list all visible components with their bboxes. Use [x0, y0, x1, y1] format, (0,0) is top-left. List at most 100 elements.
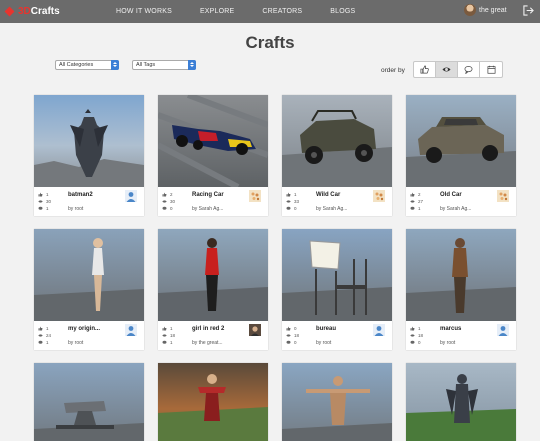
comment-icon	[38, 340, 43, 344]
craft-author[interactable]: by Sarah Ag...	[440, 206, 471, 212]
thumbs-up-icon	[162, 192, 167, 197]
logo-suffix: Crafts	[30, 6, 60, 17]
craft-stats: 1 30 1	[38, 191, 51, 212]
craft-card[interactable]: 1 18 0 marcus by root	[406, 229, 516, 350]
author-avatar[interactable]	[249, 324, 261, 336]
craft-card[interactable]: 1 30 1 batman2 by root	[34, 95, 144, 216]
craft-stats: 1 18 0	[410, 325, 423, 346]
thumbs-up-icon	[286, 192, 291, 197]
craft-card[interactable]: 2 27 1 Old Car by Sarah Ag...	[406, 95, 516, 216]
craft-thumbnail	[282, 363, 392, 441]
category-select[interactable]: All Categories	[55, 60, 119, 70]
thumbs-up-icon	[286, 326, 291, 331]
craft-author[interactable]: by Sarah Ag...	[192, 206, 223, 212]
page-title: Crafts	[245, 33, 295, 52]
eye-icon	[442, 67, 451, 72]
craft-thumbnail	[158, 95, 268, 187]
logo-mark-icon	[6, 7, 15, 16]
craft-title[interactable]: batman2	[68, 192, 93, 198]
nav-creators[interactable]: CREATORS	[262, 8, 302, 15]
comment-icon	[410, 206, 415, 210]
like-count: 1	[294, 192, 297, 197]
craft-card[interactable]: 2 30 0 Racing Car by Sarah Ag...	[158, 95, 268, 216]
craft-thumbnail	[34, 95, 144, 187]
comment-icon	[162, 340, 167, 344]
thumbs-up-icon	[38, 192, 43, 197]
craft-card[interactable]	[34, 363, 144, 441]
nav-links: HOW IT WORKS EXPLORE CREATORS BLOGS	[116, 0, 383, 23]
craft-title[interactable]: my origin...	[68, 326, 100, 332]
craft-stats: 2 27 1	[410, 191, 423, 212]
craft-title[interactable]: bureau	[316, 326, 336, 332]
site-logo[interactable]: 3DCrafts	[6, 4, 60, 19]
like-count: 2	[418, 192, 421, 197]
author-avatar[interactable]	[125, 190, 137, 202]
select-arrows-icon	[188, 60, 196, 70]
order-by-date-button[interactable]	[480, 62, 502, 77]
craft-card[interactable]: 1 33 0 Wild Car by Sarah Ag...	[282, 95, 392, 216]
comment-count: 0	[294, 206, 297, 211]
comment-icon	[410, 340, 415, 344]
craft-card[interactable]: 0 18 0 bureau by root	[282, 229, 392, 350]
author-avatar[interactable]	[125, 324, 137, 336]
order-by-comments-button[interactable]	[458, 62, 480, 77]
thumbs-up-icon	[420, 65, 429, 74]
comment-count: 0	[418, 340, 421, 345]
craft-thumbnail	[158, 229, 268, 321]
logout-icon[interactable]	[523, 5, 534, 16]
view-count: 27	[418, 199, 424, 204]
craft-author[interactable]: by root	[316, 340, 331, 346]
craft-author[interactable]: by Sarah Ag...	[316, 206, 347, 212]
author-avatar[interactable]	[249, 190, 261, 202]
user-menu[interactable]: the great	[464, 4, 507, 16]
craft-card[interactable]	[158, 363, 268, 441]
craft-thumbnail	[34, 229, 144, 321]
eye-icon	[410, 200, 415, 203]
comment-count: 1	[46, 206, 49, 211]
eye-icon	[38, 200, 43, 203]
craft-card[interactable]: 1 18 1 girl in red 2 by the great...	[158, 229, 268, 350]
eye-icon	[162, 334, 167, 337]
craft-card[interactable]: 1 24 1 my origin... by root	[34, 229, 144, 350]
top-navbar: 3DCrafts HOW IT WORKS EXPLORE CREATORS B…	[0, 0, 540, 23]
author-avatar[interactable]	[497, 190, 509, 202]
craft-author[interactable]: by root	[68, 340, 83, 346]
view-count: 30	[170, 199, 176, 204]
eye-icon	[162, 200, 167, 203]
comment-count: 0	[294, 340, 297, 345]
nav-blogs[interactable]: BLOGS	[330, 8, 355, 15]
craft-title[interactable]: Wild Car	[316, 192, 340, 198]
tags-select[interactable]: All Tags	[132, 60, 196, 70]
author-avatar[interactable]	[373, 190, 385, 202]
craft-title[interactable]: girl in red 2	[192, 326, 224, 332]
nav-how-it-works[interactable]: HOW IT WORKS	[116, 8, 172, 15]
thumbs-up-icon	[410, 326, 415, 331]
comment-icon	[464, 65, 473, 74]
eye-icon	[286, 334, 291, 337]
craft-thumbnail	[34, 363, 144, 441]
order-by-likes-button[interactable]	[414, 62, 436, 77]
like-count: 0	[294, 326, 297, 331]
author-avatar[interactable]	[373, 324, 385, 336]
craft-card[interactable]	[406, 363, 516, 441]
craft-author[interactable]: by root	[68, 206, 83, 212]
author-avatar[interactable]	[497, 324, 509, 336]
craft-title[interactable]: Old Car	[440, 192, 462, 198]
logo-prefix: 3D	[18, 6, 31, 17]
craft-author[interactable]: by the great...	[192, 340, 223, 346]
eye-icon	[38, 334, 43, 337]
thumbs-up-icon	[38, 326, 43, 331]
craft-title[interactable]: marcus	[440, 326, 461, 332]
comment-icon	[286, 340, 291, 344]
comment-icon	[162, 206, 167, 210]
order-by-views-button[interactable]	[436, 62, 458, 77]
craft-stats: 1 18 1	[162, 325, 175, 346]
craft-title[interactable]: Racing Car	[192, 192, 224, 198]
eye-icon	[286, 200, 291, 203]
craft-author[interactable]: by root	[440, 340, 455, 346]
nav-explore[interactable]: EXPLORE	[200, 8, 234, 15]
craft-card[interactable]	[282, 363, 392, 441]
view-count: 18	[170, 333, 176, 338]
craft-thumbnail	[158, 363, 268, 441]
craft-thumbnail	[282, 229, 392, 321]
